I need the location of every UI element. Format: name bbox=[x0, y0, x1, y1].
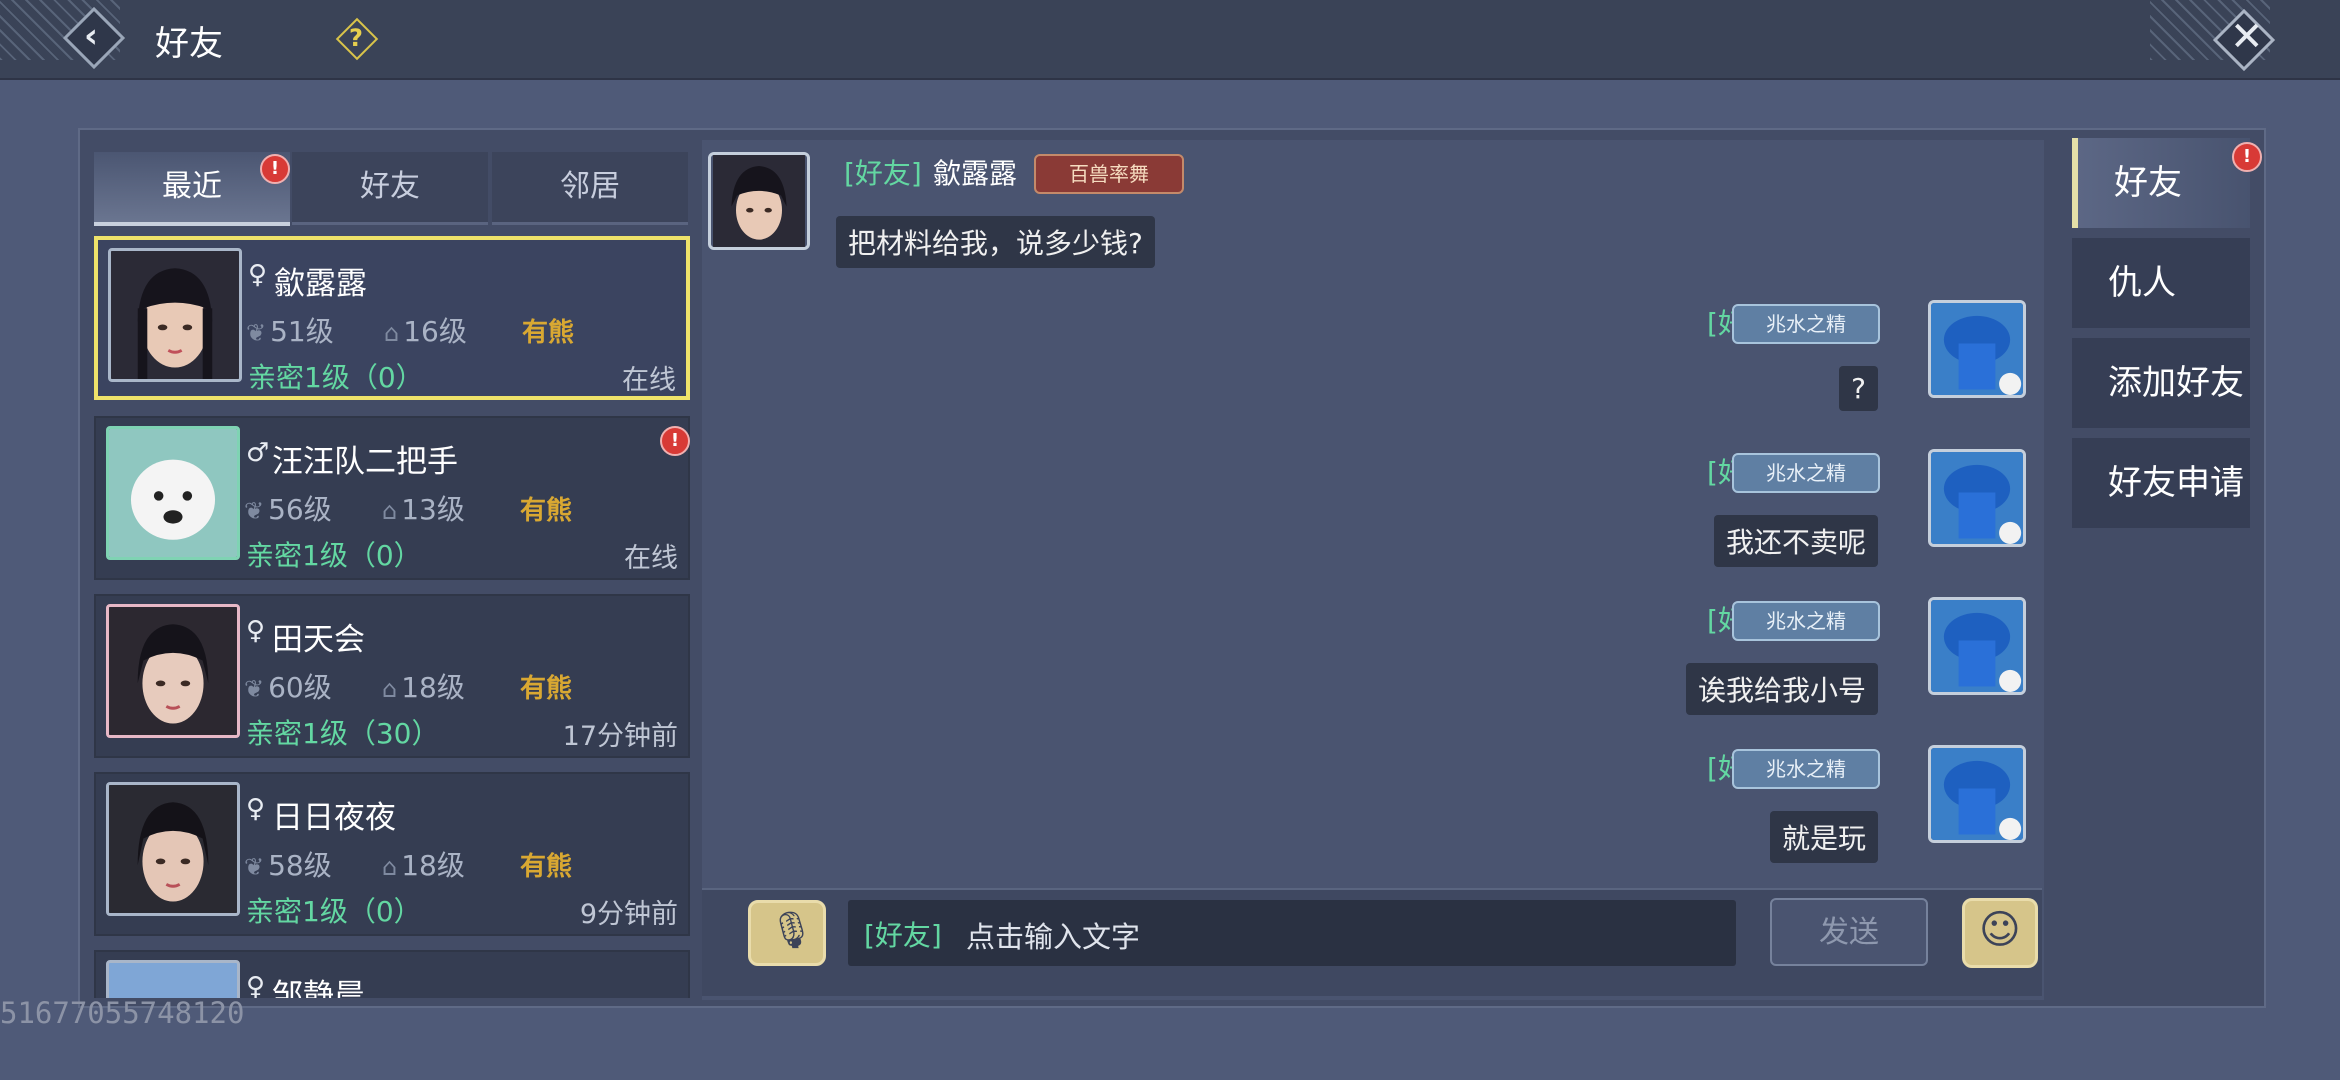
house-icon: ⌂ bbox=[384, 319, 400, 347]
intimacy-label: 亲密1级（0） bbox=[246, 539, 422, 572]
avatar bbox=[106, 604, 240, 738]
message-group: [好友] 廿北 兆水之精 诶我给我小号 bbox=[1560, 597, 2030, 715]
friend-name: 日日夜夜 bbox=[272, 800, 396, 836]
self-avatar[interactable] bbox=[1928, 300, 2026, 398]
message-bubble: ? bbox=[1839, 366, 1878, 411]
self-avatar[interactable] bbox=[1928, 449, 2026, 547]
input-placeholder: 点击输入文字 bbox=[966, 920, 1141, 954]
notification-badge: ! bbox=[660, 426, 690, 456]
chevron-left-icon: ‹ bbox=[84, 16, 99, 56]
microphone-icon: 🎙 bbox=[769, 910, 815, 951]
watermark: 51677055748120 bbox=[0, 996, 245, 1030]
message-group: [好友] 廿北 兆水之精 我还不卖呢 bbox=[1560, 449, 2030, 567]
last-seen: 9分钟前 bbox=[579, 899, 678, 930]
female-gender-icon: ♀ bbox=[248, 260, 268, 290]
side-tab-enemies[interactable]: 仇人 bbox=[2072, 238, 2250, 328]
emoji-button[interactable]: ☺ bbox=[1962, 898, 2038, 968]
close-button[interactable]: ✕ bbox=[2212, 8, 2278, 74]
house-level-stat: ⌂ 18级 bbox=[382, 671, 465, 704]
chat-panel bbox=[702, 140, 2044, 1000]
message-group: [好友] 廿北 兆水之精 ? bbox=[1560, 300, 2030, 411]
mood-label: 有熊 bbox=[520, 496, 573, 526]
mood-label: 有熊 bbox=[520, 852, 573, 882]
friend-row[interactable]: ♀ 日日夜夜 ❦ 58级 ⌂ 18级 有熊 亲密1级（0） 9分钟前 bbox=[94, 772, 690, 936]
message-bubble: 诶我给我小号 bbox=[1685, 663, 1878, 715]
house-icon: ⌂ bbox=[382, 853, 398, 881]
message-header: [好友] 歙露露 bbox=[844, 152, 1017, 192]
friend-name: 邹静晨 bbox=[272, 978, 365, 998]
notification-badge: ! bbox=[2232, 142, 2262, 172]
tab-friends[interactable]: 好友 bbox=[292, 152, 488, 225]
female-gender-icon: ♀ bbox=[246, 972, 266, 998]
wing-icon: ❦ bbox=[244, 853, 265, 881]
help-button[interactable]: ? bbox=[335, 17, 379, 61]
house-level-stat: ⌂ 16级 bbox=[384, 315, 467, 348]
self-avatar[interactable] bbox=[1928, 745, 2026, 843]
male-gender-icon: ♂ bbox=[246, 438, 270, 468]
mood-label: 有熊 bbox=[520, 674, 573, 704]
back-button[interactable]: ‹ bbox=[62, 6, 128, 72]
female-gender-icon: ♀ bbox=[246, 794, 266, 824]
friend-name: 歙露露 bbox=[274, 266, 367, 302]
avatar bbox=[106, 426, 240, 560]
house-level-stat: ⌂ 18级 bbox=[382, 849, 465, 882]
avatar bbox=[106, 960, 240, 998]
level-stat: ❦ 51级 bbox=[246, 315, 334, 348]
message-group: [好友] 廿北 兆水之精 就是玩 bbox=[1560, 745, 2030, 863]
sender-avatar[interactable] bbox=[708, 152, 810, 250]
friend-name: 田天会 bbox=[272, 622, 365, 658]
title-badge: 兆水之精 bbox=[1732, 601, 1880, 641]
title-badge: 百兽率舞 bbox=[1034, 154, 1184, 194]
online-status: 在线 bbox=[622, 365, 676, 396]
title-badge: 兆水之精 bbox=[1732, 453, 1880, 493]
online-status: 在线 bbox=[624, 543, 678, 574]
friend-name: 汪汪队二把手 bbox=[272, 444, 458, 480]
wing-icon: ❦ bbox=[246, 319, 267, 347]
voice-button[interactable]: 🎙 bbox=[748, 900, 826, 966]
level-stat: ❦ 58级 bbox=[244, 849, 332, 882]
last-seen: 17分钟前 bbox=[562, 721, 678, 752]
house-level-stat: ⌂ 13级 bbox=[382, 493, 465, 526]
title-badge: 兆水之精 bbox=[1732, 304, 1880, 344]
notification-badge: ! bbox=[260, 154, 290, 184]
friend-row[interactable]: ♀ 歙露露 ❦ 51级 ⌂ 16级 有熊 亲密1级（0） 在线 bbox=[94, 236, 690, 400]
avatar bbox=[106, 782, 240, 916]
female-gender-icon: ♀ bbox=[246, 616, 266, 646]
page-title: 好友 bbox=[155, 24, 223, 64]
title-badge: 兆水之精 bbox=[1732, 749, 1880, 789]
channel-tag: [好友] bbox=[844, 157, 922, 190]
intimacy-label: 亲密1级（0） bbox=[246, 895, 422, 928]
sender-name: 歙露露 bbox=[932, 157, 1017, 190]
channel-tag: [好友] bbox=[864, 919, 942, 952]
question-icon: ? bbox=[349, 24, 363, 52]
message-bubble: 把材料给我，说多少钱? bbox=[836, 216, 1155, 268]
send-button[interactable]: 发送 bbox=[1770, 898, 1928, 966]
wing-icon: ❦ bbox=[244, 675, 265, 703]
house-icon: ⌂ bbox=[382, 675, 398, 703]
level-stat: ❦ 60级 bbox=[244, 671, 332, 704]
friend-row[interactable]: ♀ 邹静晨 bbox=[94, 950, 690, 998]
message-bubble: 就是玩 bbox=[1769, 811, 1878, 863]
level-stat: ❦ 56级 bbox=[244, 493, 332, 526]
chat-input[interactable]: [好友] 点击输入文字 bbox=[848, 900, 1736, 966]
side-tab-friends[interactable]: 好友 bbox=[2072, 138, 2250, 228]
friend-list[interactable]: ♀ 歙露露 ❦ 51级 ⌂ 16级 有熊 亲密1级（0） 在线 ♂ 汪汪队二把手 ❦… bbox=[94, 236, 694, 998]
side-tab-friend-requests[interactable]: 好友申请 bbox=[2072, 438, 2250, 528]
intimacy-label: 亲密1级（30） bbox=[246, 717, 440, 750]
tab-neighbors[interactable]: 邻居 bbox=[492, 152, 688, 225]
intimacy-label: 亲密1级（0） bbox=[248, 361, 424, 394]
house-icon: ⌂ bbox=[382, 497, 398, 525]
mood-label: 有熊 bbox=[522, 318, 575, 348]
side-tab-add-friend[interactable]: 添加好友 bbox=[2072, 338, 2250, 428]
close-icon: ✕ bbox=[2230, 14, 2264, 60]
self-avatar[interactable] bbox=[1928, 597, 2026, 695]
friend-row[interactable]: ♂ 汪汪队二把手 ❦ 56级 ⌂ 13级 有熊 亲密1级（0） 在线 ! bbox=[94, 416, 690, 580]
smiley-icon: ☺ bbox=[1979, 907, 2021, 953]
wing-icon: ❦ bbox=[244, 497, 265, 525]
avatar bbox=[108, 248, 242, 382]
message-bubble: 我还不卖呢 bbox=[1713, 515, 1878, 567]
friend-row[interactable]: ♀ 田天会 ❦ 60级 ⌂ 18级 有熊 亲密1级（30） 17分钟前 bbox=[94, 594, 690, 758]
